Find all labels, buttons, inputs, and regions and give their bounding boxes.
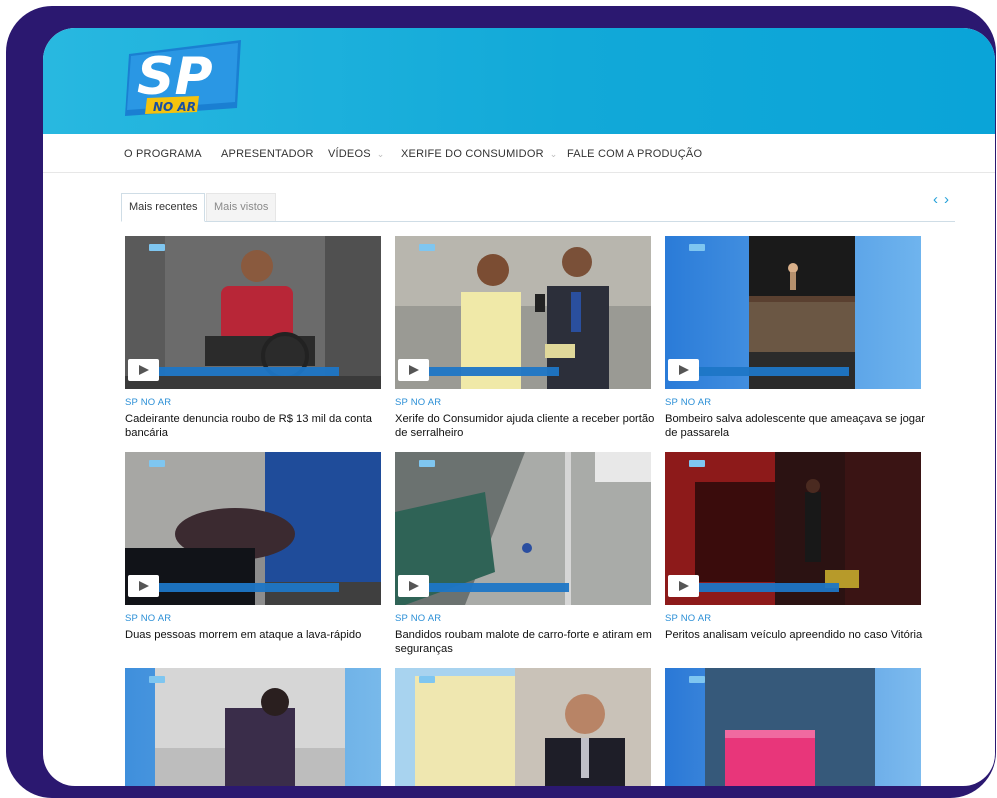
channel-badge (689, 676, 705, 683)
video-thumbnail[interactable] (125, 236, 381, 389)
tab-mais-recentes[interactable]: Mais recentes (121, 193, 206, 222)
play-icon[interactable] (398, 359, 429, 381)
video-category[interactable]: SP NO AR (395, 613, 441, 624)
video-thumbnail[interactable] (395, 452, 651, 605)
play-icon[interactable] (128, 575, 159, 597)
video-title[interactable]: Cadeirante denuncia roubo de R$ 13 mil d… (125, 412, 385, 440)
channel-badge (149, 244, 165, 251)
channel-badge (419, 460, 435, 467)
carousel-arrows: ‹› (933, 191, 955, 208)
lower-third-bar (429, 367, 559, 376)
nav-apresentador[interactable]: APRESENTADOR (221, 148, 314, 160)
browser-screen: SP NO AR O PROGRAMA APRESENTADOR VÍDEOS ⌄… (43, 28, 995, 786)
channel-badge (419, 244, 435, 251)
video-category[interactable]: SP NO AR (125, 397, 171, 408)
video-category[interactable]: SP NO AR (125, 613, 171, 624)
play-icon[interactable] (398, 575, 429, 597)
video-category[interactable]: SP NO AR (665, 397, 711, 408)
video-title[interactable]: Bombeiro salva adolescente que ameaçava … (665, 412, 925, 440)
tab-mais-vistos[interactable]: Mais vistos (206, 193, 277, 221)
video-thumbnail[interactable] (665, 668, 921, 786)
video-category[interactable]: SP NO AR (395, 397, 441, 408)
device-frame: SP NO AR O PROGRAMA APRESENTADOR VÍDEOS ⌄… (6, 6, 996, 798)
video-title[interactable]: Bandidos roubam malote de carro-forte e … (395, 628, 655, 656)
video-title[interactable]: Peritos analisam veículo apreendido no c… (665, 628, 925, 642)
lower-third-bar (699, 367, 849, 376)
lower-third-bar (159, 583, 339, 592)
video-thumbnail[interactable] (665, 452, 921, 605)
play-icon[interactable] (668, 359, 699, 381)
chevron-right-icon[interactable]: › (944, 191, 955, 208)
site-header: SP NO AR (43, 28, 995, 134)
nav-o-programa[interactable]: O PROGRAMA (124, 148, 202, 160)
video-thumbnail[interactable] (395, 668, 651, 786)
lower-third-bar (699, 583, 839, 592)
video-category[interactable]: SP NO AR (665, 613, 711, 624)
video-title[interactable]: Xerife do Consumidor ajuda cliente a rec… (395, 412, 655, 440)
play-icon[interactable] (128, 359, 159, 381)
sp-no-ar-logo[interactable]: SP NO AR (123, 36, 245, 124)
chevron-left-icon[interactable]: ‹ (933, 191, 944, 208)
lower-third-bar (429, 583, 569, 592)
channel-badge (419, 676, 435, 683)
video-thumbnail[interactable] (665, 236, 921, 389)
video-thumbnail[interactable] (125, 668, 381, 786)
nav-xerife-do-consumidor[interactable]: XERIFE DO CONSUMIDOR ⌄ (401, 148, 557, 160)
channel-badge (689, 460, 705, 467)
video-tabs: Mais recentes Mais vistos ‹› (121, 185, 955, 222)
lower-third-bar (159, 367, 339, 376)
video-title[interactable]: Duas pessoas morrem em ataque a lava-ráp… (125, 628, 385, 642)
chevron-down-icon: ⌄ (376, 149, 385, 159)
svg-text:NO AR: NO AR (153, 100, 196, 114)
channel-badge (689, 244, 705, 251)
nav-videos[interactable]: VÍDEOS ⌄ (328, 148, 385, 160)
video-thumbnail[interactable] (125, 452, 381, 605)
video-thumbnail[interactable] (395, 236, 651, 389)
play-icon[interactable] (668, 575, 699, 597)
nav-fale-com-a-producao[interactable]: FALE COM A PRODUÇÃO (567, 148, 702, 160)
main-nav: O PROGRAMA APRESENTADOR VÍDEOS ⌄ XERIFE D… (43, 134, 995, 173)
channel-badge (149, 676, 165, 683)
channel-badge (149, 460, 165, 467)
chevron-down-icon: ⌄ (549, 149, 558, 159)
